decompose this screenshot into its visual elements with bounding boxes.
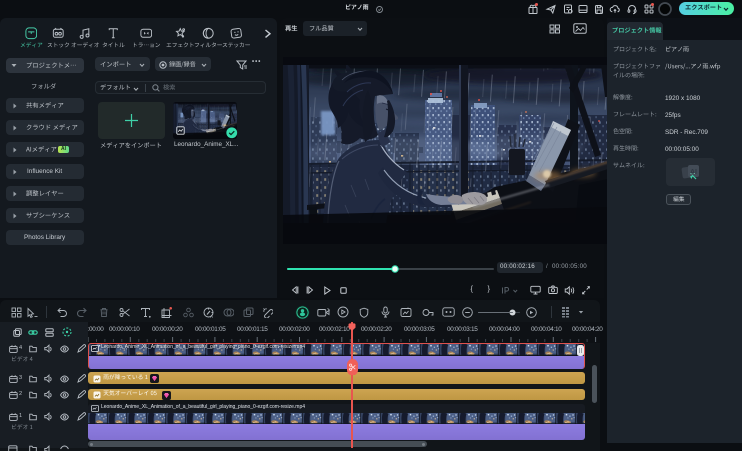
svg-text:AI: AI [690,169,697,176]
svg-text:A: A [210,314,213,318]
